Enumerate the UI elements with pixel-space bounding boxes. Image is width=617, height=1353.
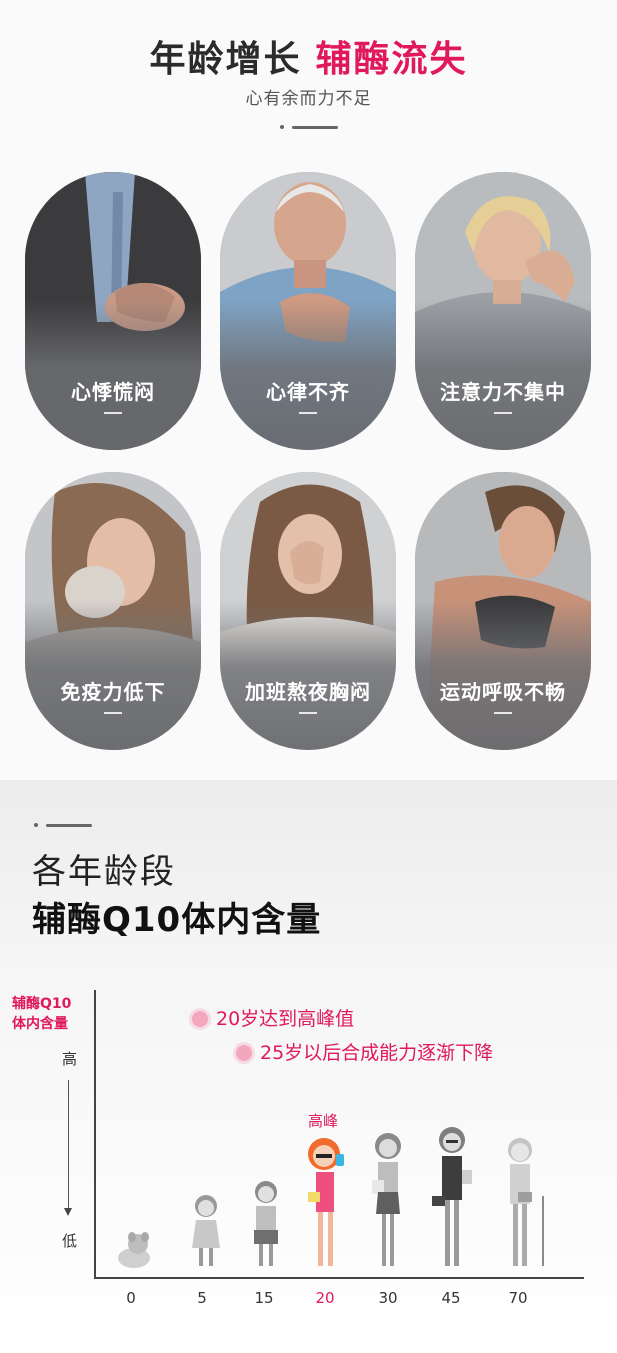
chart-y-label: 辅酶Q10体内含量: [12, 996, 72, 1032]
label-dash: [299, 412, 317, 414]
symptom-label: 运动呼吸不畅: [440, 680, 566, 704]
label-dash: [494, 712, 512, 714]
label-dash: [299, 712, 317, 714]
baby-icon: [118, 1232, 150, 1268]
legend-item-peak: 20岁达到高峰值: [192, 1004, 354, 1031]
x-tick-peak: 20: [315, 1289, 335, 1307]
label-dash: [494, 412, 512, 414]
legend-text: 20岁达到高峰值: [216, 1008, 355, 1030]
section-divider: [34, 822, 94, 828]
symptom-label: 加班熬夜胸闷: [245, 680, 371, 704]
section-heading-line2: 辅酶Q10体内含量: [32, 900, 322, 940]
symptom-label: 心律不齐: [266, 380, 350, 404]
symptom-card-palpitation: 心悸慌闷: [25, 172, 201, 450]
symptom-card-overtime: 加班熬夜胸闷: [220, 472, 396, 750]
y-axis: [94, 990, 96, 1278]
y-low-label: 低: [62, 1232, 78, 1250]
symptom-card-focus: 注意力不集中: [415, 172, 591, 450]
label-dash: [104, 412, 122, 414]
legend-dot-icon: [236, 1045, 252, 1061]
x-tick: 45: [441, 1289, 461, 1307]
elderly-age70-icon: [508, 1138, 544, 1266]
legend-text: 25岁以后合成能力逐渐下降: [260, 1042, 494, 1064]
symptom-label: 注意力不集中: [440, 380, 566, 404]
label-dash: [104, 712, 122, 714]
section-heading-line1: 各年龄段: [32, 852, 176, 892]
x-tick: 0: [126, 1289, 136, 1307]
symptom-card-immunity: 免疫力低下: [25, 472, 201, 750]
x-tick: 70: [508, 1289, 528, 1307]
x-tick: 30: [378, 1289, 398, 1307]
businessman-age45-icon: [432, 1127, 472, 1266]
x-tick: 5: [197, 1289, 207, 1307]
child-age15-icon: [254, 1181, 278, 1266]
legend-item-decline: 25岁以后合成能力逐渐下降: [236, 1038, 493, 1065]
symptom-label: 心悸慌闷: [71, 380, 155, 404]
y-high-label: 高: [62, 1050, 78, 1068]
legend-dot-icon: [192, 1011, 208, 1027]
peak-label: 高峰: [308, 1112, 339, 1130]
x-axis: [94, 1277, 584, 1279]
symptom-label: 免疫力低下: [60, 680, 166, 704]
age-chart-section: 各年龄段 辅酶Q10体内含量 辅酶Q10体内含量 高 低 20岁达到高峰值 25…: [0, 780, 617, 1353]
young-woman-peak-icon: [308, 1138, 344, 1266]
woman-age30-icon: [372, 1133, 401, 1266]
symptoms-section: 年龄增长 辅酶流失 心有余而力不足 心悸慌闷 心律不齐 注意力不集中 免疫力低下…: [0, 0, 617, 780]
symptom-card-breathing: 运动呼吸不畅: [415, 472, 591, 750]
symptom-card-arrhythmia: 心律不齐: [220, 172, 396, 450]
down-arrow-icon: [64, 1080, 72, 1220]
x-tick: 15: [254, 1289, 274, 1307]
child-age5-icon: [192, 1195, 220, 1266]
